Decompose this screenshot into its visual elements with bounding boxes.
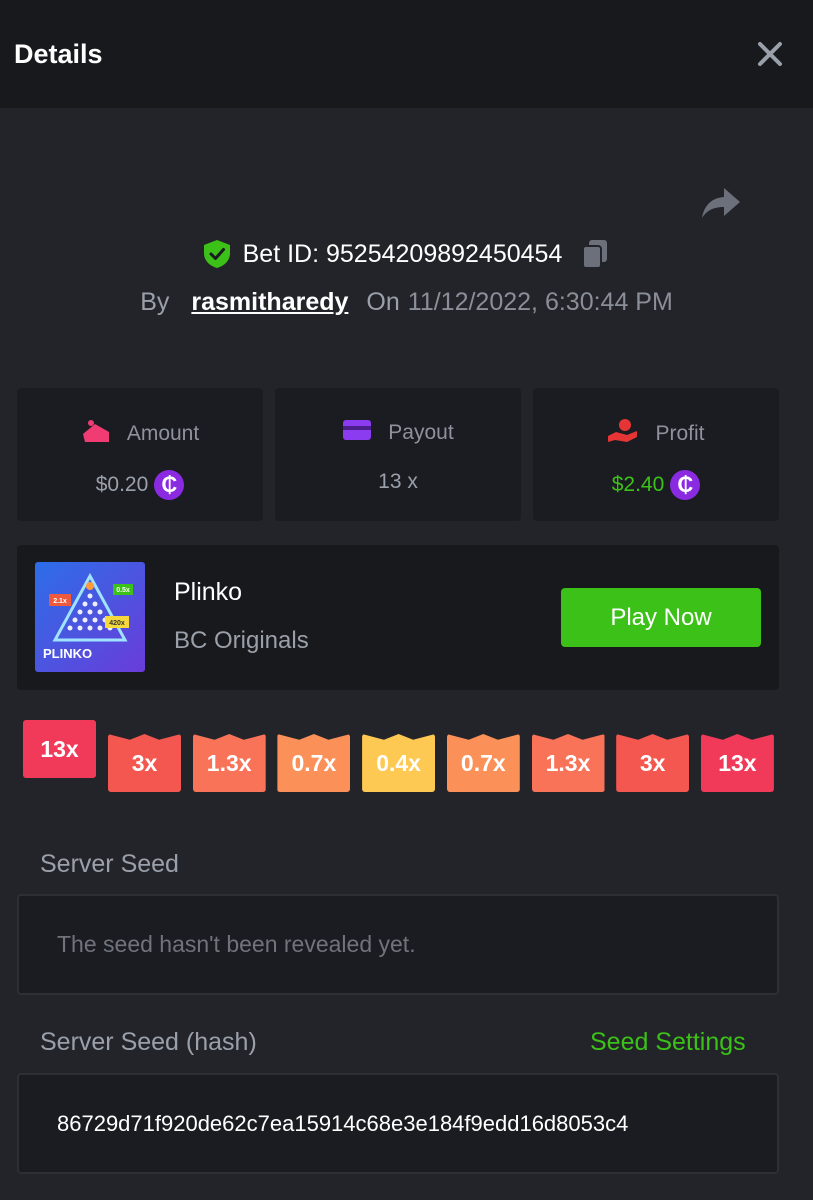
bet-byline: By rasmitharedy On 11/12/2022, 6:30:44 PM — [0, 288, 813, 317]
share-icon[interactable] — [700, 184, 742, 222]
profit-label: Profit — [655, 422, 705, 445]
shield-check-icon — [203, 239, 231, 269]
on-label: On — [366, 288, 400, 316]
multiplier-bucket: 1.3x — [192, 734, 266, 792]
game-card: 2.1x 0.5x 420x PLINKO Plinko BC Original… — [17, 545, 779, 690]
server-seed-label: Server Seed — [40, 850, 179, 878]
profit-value: $2.40 — [611, 473, 665, 496]
seed-settings-link[interactable]: Seed Settings — [590, 1028, 746, 1057]
server-seed-field: The seed hasn't been revealed yet. — [17, 894, 779, 995]
multiplier-bucket: 1.3x — [531, 734, 605, 792]
game-name[interactable]: Plinko — [174, 578, 242, 607]
by-label: By — [140, 288, 170, 316]
multiplier-bucket: 13x — [700, 734, 774, 792]
multiplier-bucket: 0.7x — [446, 734, 520, 792]
close-icon[interactable] — [752, 36, 788, 72]
thumb-tag: 420x — [109, 620, 125, 627]
payout-label: Payout — [388, 421, 454, 444]
server-seed-hash-label: Server Seed (hash) — [40, 1028, 257, 1056]
coin-icon: ₵ — [670, 470, 701, 500]
coin-icon: ₵ — [154, 470, 185, 500]
amount-value: $0.20 — [95, 473, 149, 496]
payout-value: 13 x — [378, 470, 418, 493]
bet-id-text: Bet ID: 95254209892450454 — [242, 239, 563, 268]
bet-id-row: Bet ID: 95254209892450454 — [0, 238, 813, 278]
thumb-title: PLINKO — [43, 646, 92, 661]
page-title: Details — [14, 39, 103, 69]
server-seed-hash-field[interactable]: 86729d71f920de62c7ea15914c68e3e184f9edd1… — [17, 1073, 779, 1174]
details-header: Details — [0, 0, 813, 108]
game-provider: BC Originals — [174, 627, 309, 654]
play-now-button[interactable]: Play Now — [561, 588, 761, 647]
username-link[interactable]: rasmitharedy — [191, 288, 348, 316]
copy-icon[interactable] — [580, 238, 610, 270]
thumb-tag: 0.5x — [116, 587, 130, 594]
plinko-thumbnail[interactable]: 2.1x 0.5x 420x PLINKO — [35, 562, 145, 672]
multiplier-buckets: 13x 3x 1.3x 0.7x 0.4x 0.7x 1.3x 3x 13x — [0, 718, 813, 798]
card-icon — [342, 418, 372, 448]
amount-card: Amount $0.20 ₵ — [17, 388, 263, 521]
profit-card: Profit $2.40 ₵ — [533, 388, 779, 521]
thumb-tag: 2.1x — [53, 598, 67, 605]
payout-card: Payout 13 x — [275, 388, 521, 521]
multiplier-bucket: 0.7x — [277, 734, 351, 792]
amount-icon — [81, 418, 111, 450]
multiplier-bucket: 3x — [108, 734, 181, 792]
multiplier-bucket: 13x — [23, 720, 96, 778]
amount-label: Amount — [126, 422, 200, 445]
profit-hand-icon — [607, 418, 639, 450]
multiplier-bucket: 3x — [616, 734, 690, 792]
bet-date: 11/12/2022, 6:30:44 PM — [407, 288, 673, 316]
multiplier-bucket: 0.4x — [362, 734, 436, 792]
